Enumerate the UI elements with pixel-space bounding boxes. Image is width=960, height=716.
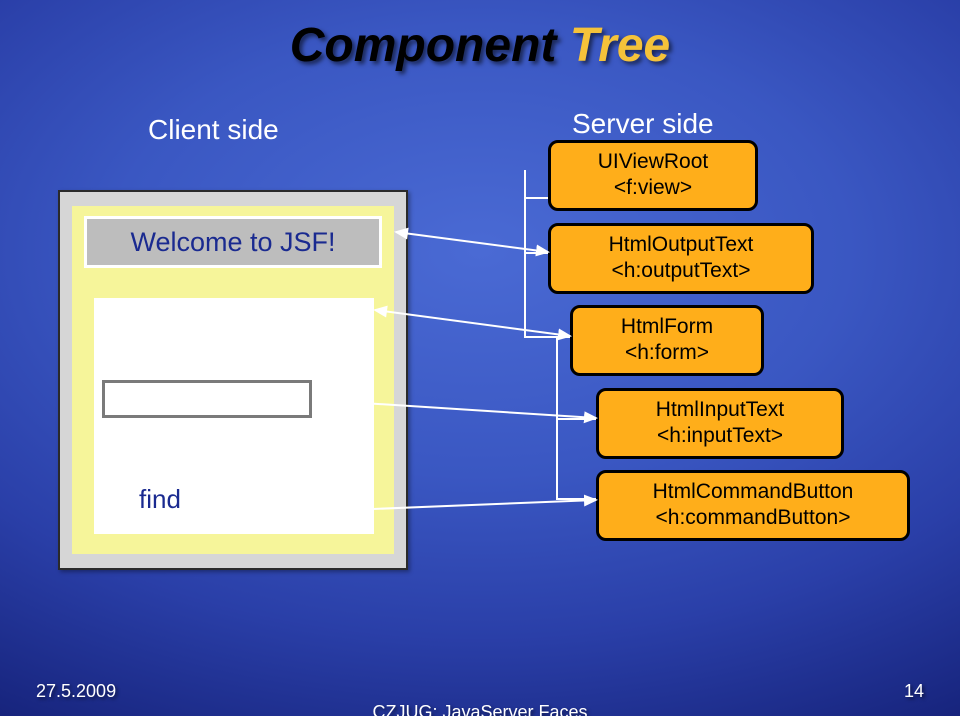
client-find-button[interactable]: find — [116, 478, 204, 520]
node-tag: <h:commandButton> — [613, 505, 893, 531]
footer-page: 14 — [904, 681, 924, 702]
node-tag: <h:inputText> — [613, 423, 827, 449]
node-htmloutputtext: HtmlOutputText <h:outputText> — [548, 223, 814, 294]
client-page-body: Welcome to JSF! find — [72, 206, 394, 554]
title-part-1: Component — [290, 19, 557, 72]
node-tag: <h:outputText> — [565, 258, 797, 284]
welcome-text: Welcome to JSF! — [84, 216, 382, 268]
client-side-label: Client side — [148, 114, 279, 146]
node-uiviewroot: UIViewRoot <f:view> — [548, 140, 758, 211]
node-class: UIViewRoot — [565, 149, 741, 175]
client-window: Welcome to JSF! find — [58, 190, 408, 570]
node-class: HtmlCommandButton — [613, 479, 893, 505]
tree-connector — [556, 418, 596, 420]
node-class: HtmlOutputText — [565, 232, 797, 258]
title-part-2: Tree — [556, 19, 670, 72]
tree-connector — [524, 252, 548, 254]
footer-middle: CZJUG: JavaServer Faces — [0, 702, 960, 716]
server-side-label: Server side — [572, 108, 714, 140]
slide: Component Tree Client side Server side W… — [0, 0, 960, 716]
slide-title: Component Tree — [0, 18, 960, 73]
tree-connector — [524, 170, 526, 338]
node-tag: <f:view> — [565, 175, 741, 201]
node-htmlinputtext: HtmlInputText <h:inputText> — [596, 388, 844, 459]
tree-connector — [524, 336, 570, 338]
tree-connector — [524, 197, 548, 199]
node-htmlcommandbutton: HtmlCommandButton <h:commandButton> — [596, 470, 910, 541]
tree-connector — [556, 498, 596, 500]
client-text-input[interactable] — [102, 380, 312, 418]
node-htmlform: HtmlForm <h:form> — [570, 305, 764, 376]
client-form: find — [94, 298, 374, 534]
footer-date: 27.5.2009 — [36, 681, 116, 702]
node-tag: <h:form> — [587, 340, 747, 366]
node-class: HtmlInputText — [613, 397, 827, 423]
node-class: HtmlForm — [587, 314, 747, 340]
